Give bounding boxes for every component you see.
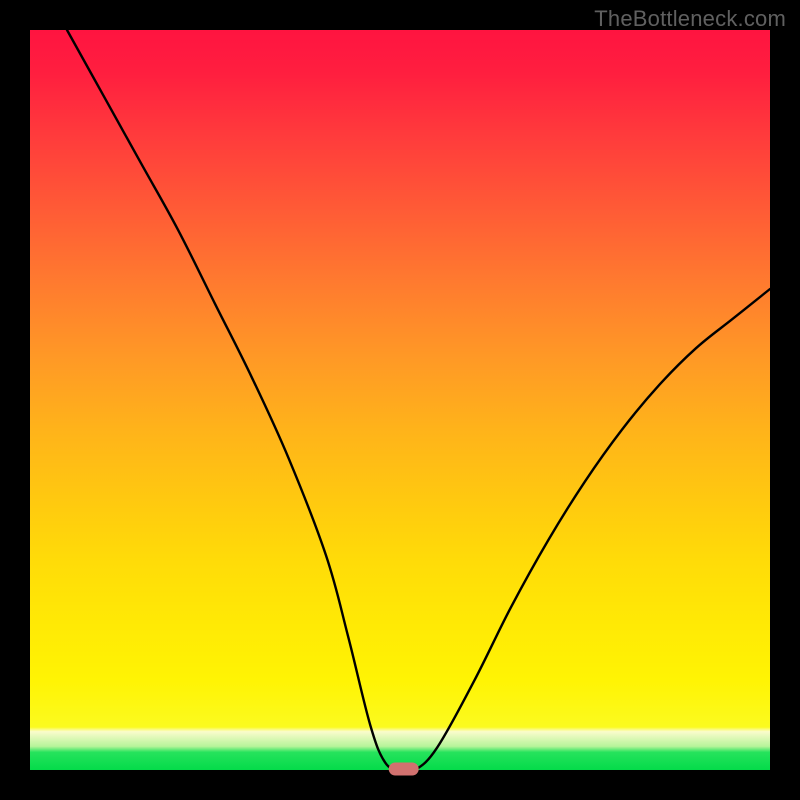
plot-area xyxy=(30,30,770,770)
curve-svg xyxy=(30,30,770,770)
watermark-text: TheBottleneck.com xyxy=(594,6,786,32)
chart-container: TheBottleneck.com xyxy=(0,0,800,800)
minimum-marker-pill xyxy=(389,763,419,776)
bottleneck-curve xyxy=(67,30,770,772)
